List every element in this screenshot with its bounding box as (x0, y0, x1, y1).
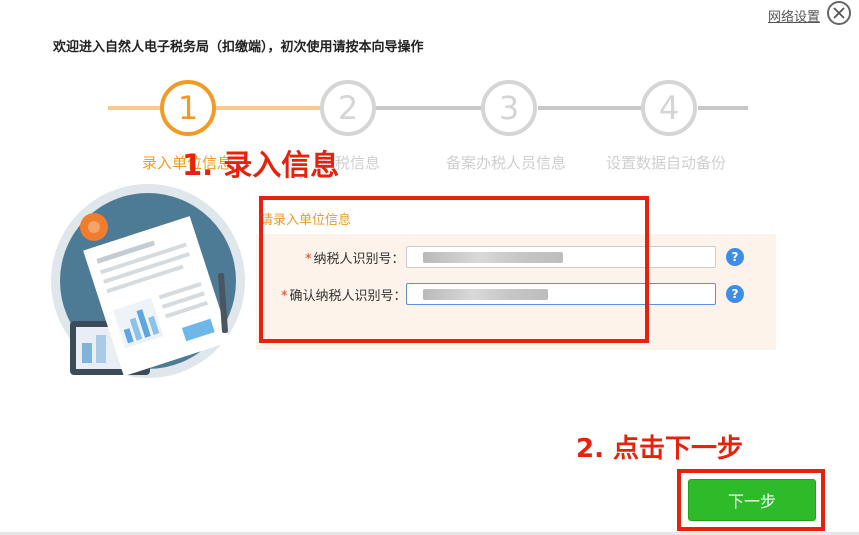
welcome-text: 欢迎进入自然人电子税务局（扣缴端），初次使用请按本向导操作 (53, 40, 424, 55)
step-2-circle: 2 (320, 80, 376, 136)
help-icon[interactable]: ? (726, 285, 744, 303)
step-connector (538, 106, 646, 110)
step-4-circle: 4 (641, 80, 697, 136)
help-glyph: ? (731, 287, 739, 301)
step-connector (214, 106, 324, 110)
step-number: 3 (498, 89, 520, 127)
step-connector (108, 106, 162, 110)
step-1-circle: 1 (160, 80, 216, 136)
document-illustration (51, 184, 245, 378)
network-settings-link[interactable]: 网络设置 (768, 6, 820, 25)
step-connector (698, 106, 748, 110)
step-3-label: 备案办税人员信息 (446, 154, 567, 172)
step-connector (376, 106, 486, 110)
step-3-circle: 3 (481, 80, 537, 136)
annotation-step-1: 1. 录入信息 (182, 148, 340, 182)
next-step-button[interactable]: 下一步 (688, 479, 816, 521)
help-glyph: ? (731, 250, 739, 264)
close-icon[interactable] (827, 1, 851, 25)
step-number: 2 (337, 89, 359, 127)
annotation-step-2: 2. 点击下一步 (576, 434, 744, 464)
step-number: 4 (658, 89, 680, 127)
help-icon[interactable]: ? (726, 248, 744, 266)
step-4-label: 设置数据自动备份 (606, 154, 727, 172)
annotation-box-form (259, 196, 649, 343)
step-number: 1 (177, 89, 199, 127)
